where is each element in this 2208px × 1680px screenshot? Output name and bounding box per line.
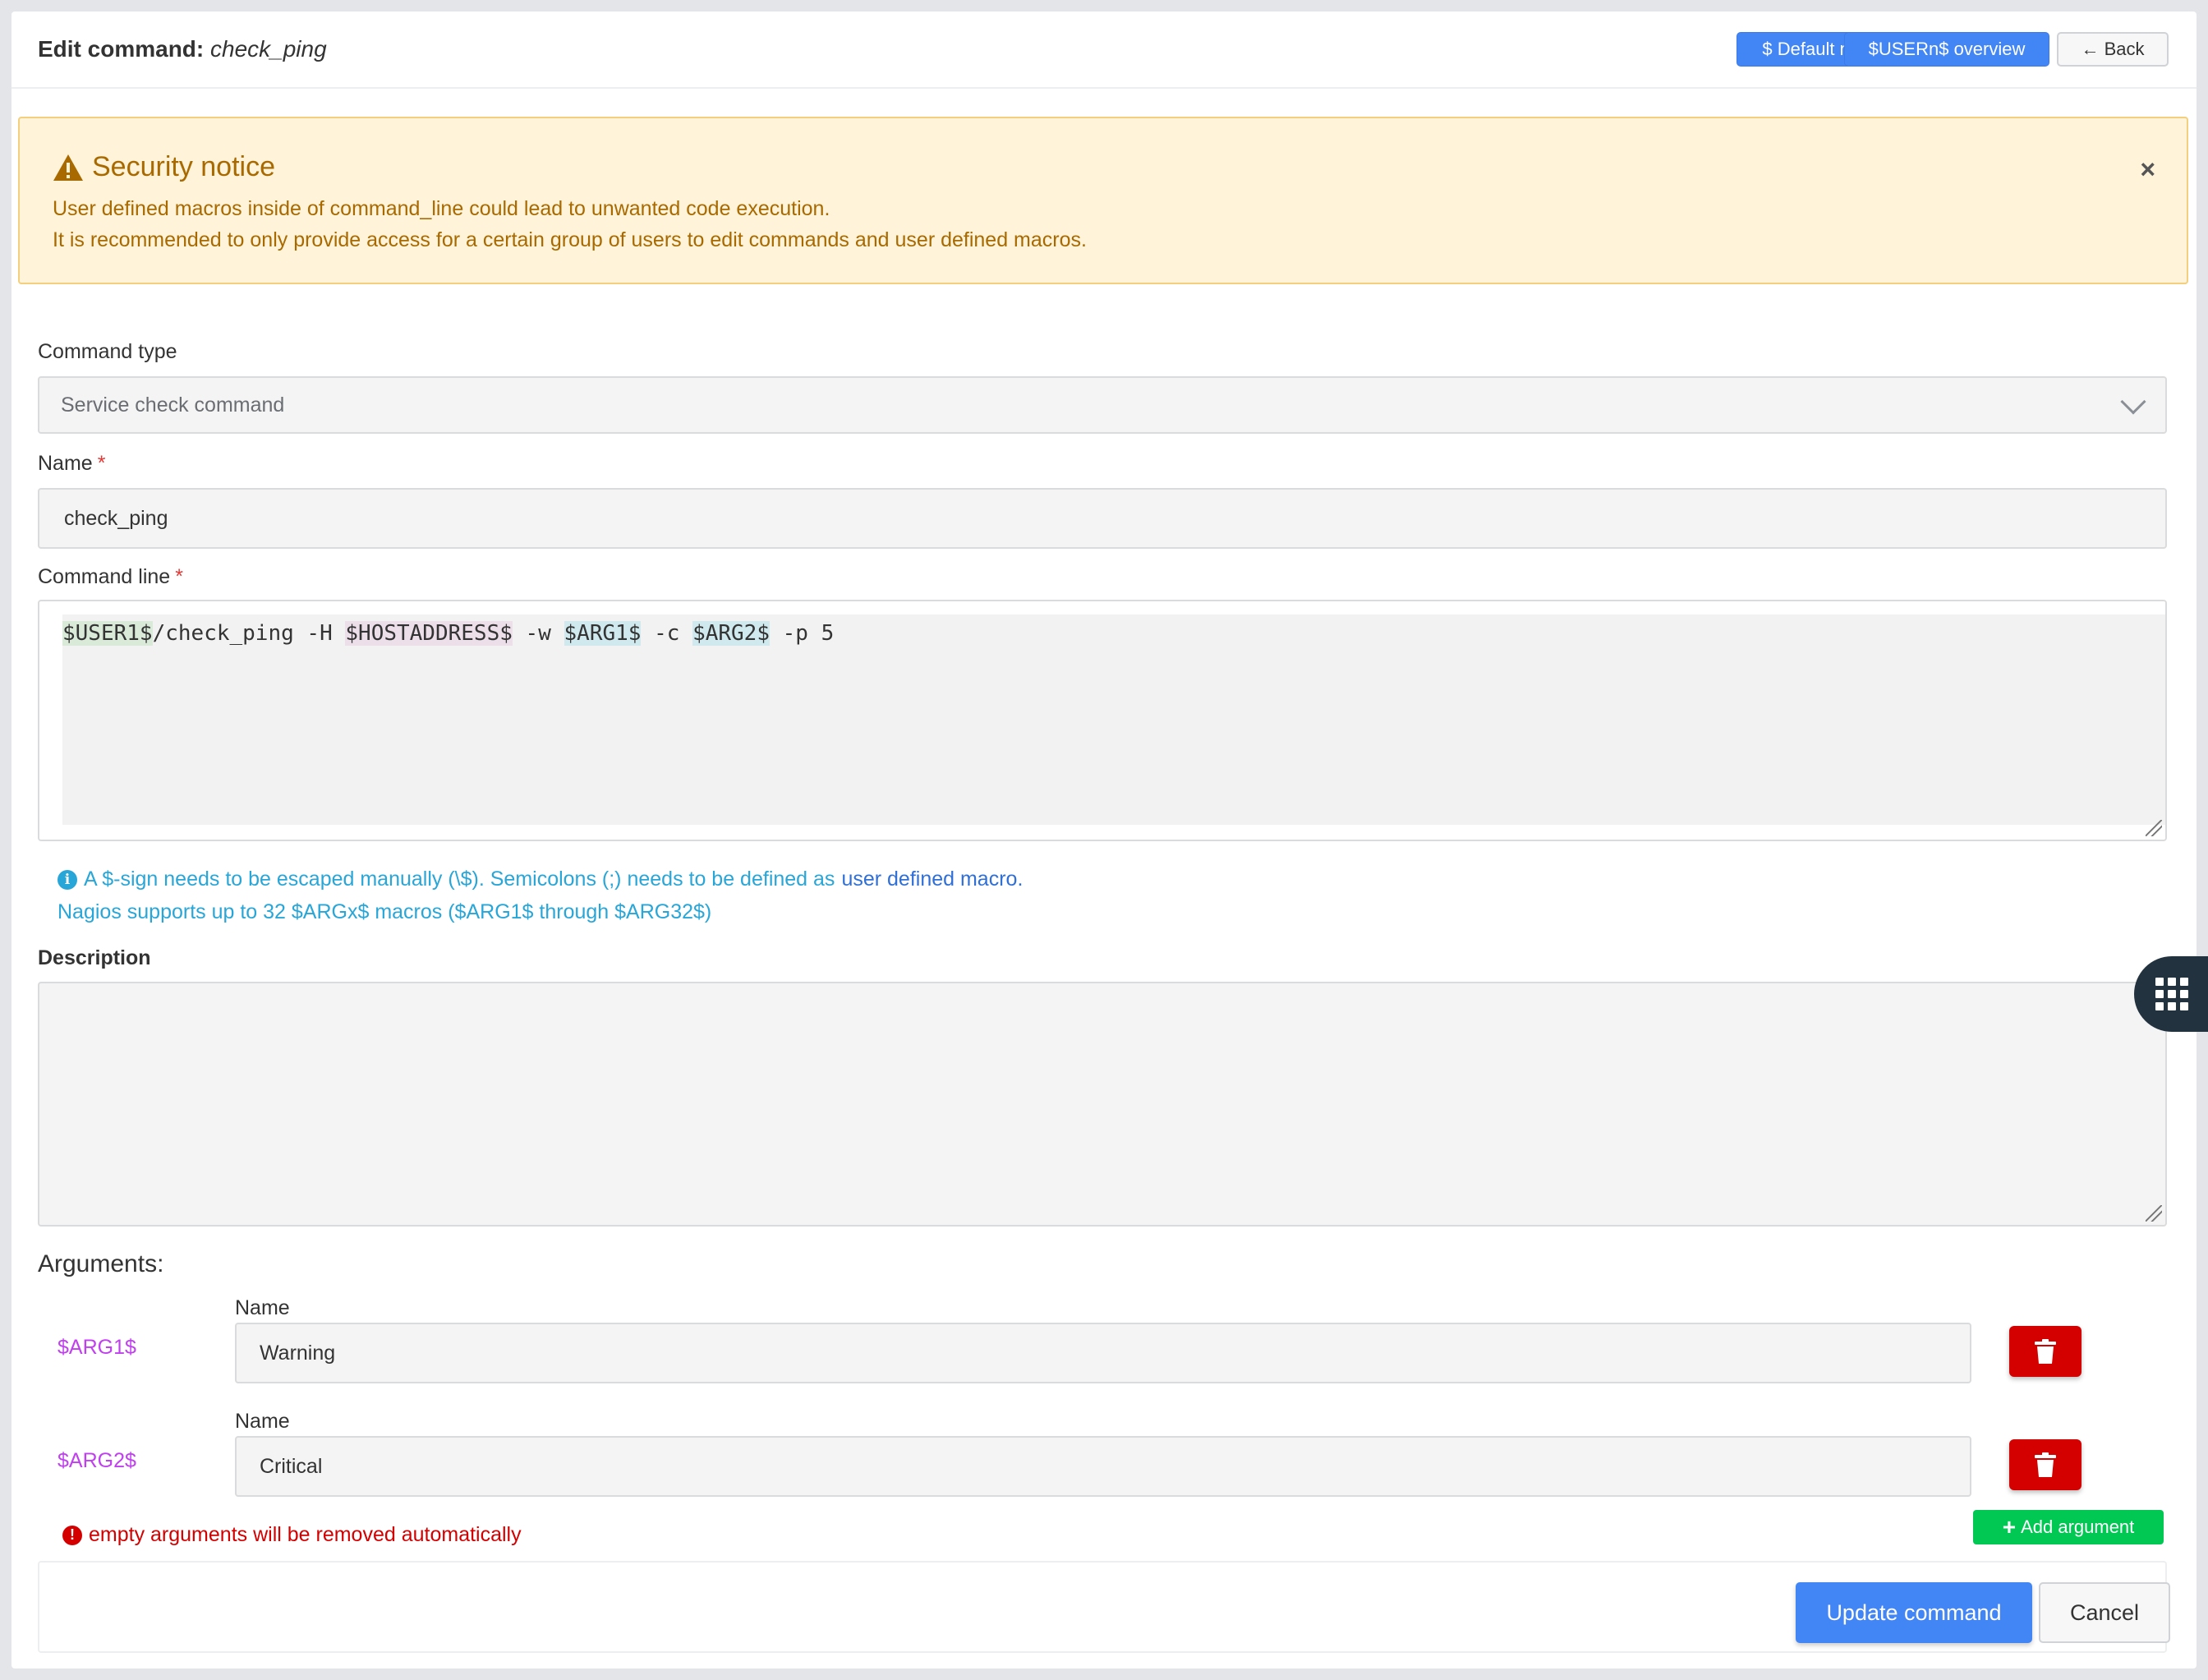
add-argument-label: Add argument	[2021, 1517, 2135, 1537]
command-segment: -w	[512, 621, 564, 646]
alert-line-1: User defined macros inside of command_li…	[53, 197, 830, 220]
command-segment: /check_ping -H	[152, 621, 346, 646]
help-escape-note: i A $-sign needs to be escaped manually …	[58, 868, 1023, 891]
empty-arguments-note: ! empty arguments will be removed automa…	[62, 1523, 522, 1547]
name-label: Name *	[38, 452, 105, 476]
plus-icon: +	[2002, 1514, 2017, 1540]
command-line-text: $USER1$/check_ping -H $HOSTADDRESS$ -w $…	[62, 621, 834, 646]
chevron-down-icon	[2120, 389, 2146, 415]
macro-hostaddress: $HOSTADDRESS$	[345, 621, 513, 646]
command-line-label: Command line *	[38, 565, 183, 589]
alert-title: Security notice	[53, 151, 275, 183]
argument-macro: $ARG2$	[58, 1449, 136, 1472]
required-marker: *	[97, 452, 106, 475]
cancel-button[interactable]: Cancel	[2039, 1582, 2170, 1643]
alert-line-2: It is recommended to only provide access…	[53, 228, 1087, 251]
update-command-button[interactable]: Update command	[1796, 1582, 2032, 1643]
macro-arg1: $ARG1$	[564, 621, 642, 646]
argument-name-label: Name	[235, 1296, 290, 1319]
command-line-editor[interactable]: $USER1$/check_ping -H $HOSTADDRESS$ -w $…	[38, 600, 2167, 841]
command-segment: -c	[641, 621, 693, 646]
grid-menu-icon	[2155, 978, 2188, 1010]
command-type-select[interactable]: Service check command	[38, 376, 2167, 434]
resize-handle[interactable]	[2146, 1205, 2162, 1222]
argument-name-input[interactable]: Critical	[235, 1436, 1971, 1497]
command-type-value: Service check command	[61, 393, 285, 417]
back-button[interactable]: ← Back	[2057, 32, 2169, 67]
description-textarea[interactable]	[38, 982, 2167, 1227]
add-argument-button[interactable]: + Add argument	[1973, 1510, 2164, 1544]
security-notice-alert: Security notice User defined macros insi…	[18, 117, 2188, 284]
trash-icon	[2035, 1339, 2056, 1364]
command-segment: -p 5	[769, 621, 835, 646]
error-icon: !	[62, 1525, 82, 1545]
macro-arg2: $ARG2$	[692, 621, 770, 646]
info-icon: i	[58, 869, 77, 890]
close-icon[interactable]: ×	[2140, 154, 2155, 185]
form-footer: Update command Cancel	[38, 1561, 2170, 1653]
grid-menu-button[interactable]	[2134, 956, 2208, 1032]
description-label: Description	[38, 946, 151, 969]
empty-arguments-note-text: empty arguments will be removed automati…	[89, 1523, 522, 1546]
help-line-1: A $-sign needs to be escaped manually (\…	[84, 868, 835, 891]
command-type-label: Command type	[38, 340, 177, 363]
warning-triangle-icon	[53, 154, 83, 181]
argument-name-input[interactable]: Warning	[235, 1323, 1971, 1383]
argument-name-value: Warning	[260, 1341, 336, 1365]
page-title-command-name: check_ping	[210, 36, 327, 62]
card-header: Edit command: check_ping $ Default macro…	[12, 12, 2196, 89]
help-arg-note: Nagios supports up to 32 $ARGx$ macros (…	[58, 900, 712, 923]
command-line-code-area[interactable]: $USER1$/check_ping -H $HOSTADDRESS$ -w $…	[62, 614, 2165, 825]
alert-title-text: Security notice	[92, 151, 275, 182]
trash-icon	[2035, 1452, 2056, 1477]
required-marker: *	[175, 565, 183, 588]
delete-argument-button[interactable]	[2009, 1326, 2082, 1377]
page-title: Edit command: check_ping	[38, 36, 327, 62]
name-label-text: Name	[38, 452, 93, 475]
macro-user1: $USER1$	[62, 621, 153, 646]
argument-name-value: Critical	[260, 1454, 323, 1478]
name-input[interactable]: check_ping	[38, 488, 2167, 549]
user-defined-macro-link[interactable]: user defined macro.	[841, 868, 1023, 891]
edit-command-card: Edit command: check_ping $ Default macro…	[12, 12, 2196, 1668]
argument-name-label: Name	[235, 1410, 290, 1433]
name-input-value: check_ping	[64, 506, 168, 530]
page-title-prefix: Edit command:	[38, 36, 205, 62]
argument-macro: $ARG1$	[58, 1336, 136, 1359]
resize-handle[interactable]	[2146, 820, 2162, 836]
usern-macros-overview-button[interactable]: $USERn$ overview	[1844, 32, 2049, 67]
delete-argument-button[interactable]	[2009, 1439, 2082, 1490]
command-line-label-text: Command line	[38, 565, 171, 588]
arguments-heading: Arguments:	[38, 1250, 164, 1277]
